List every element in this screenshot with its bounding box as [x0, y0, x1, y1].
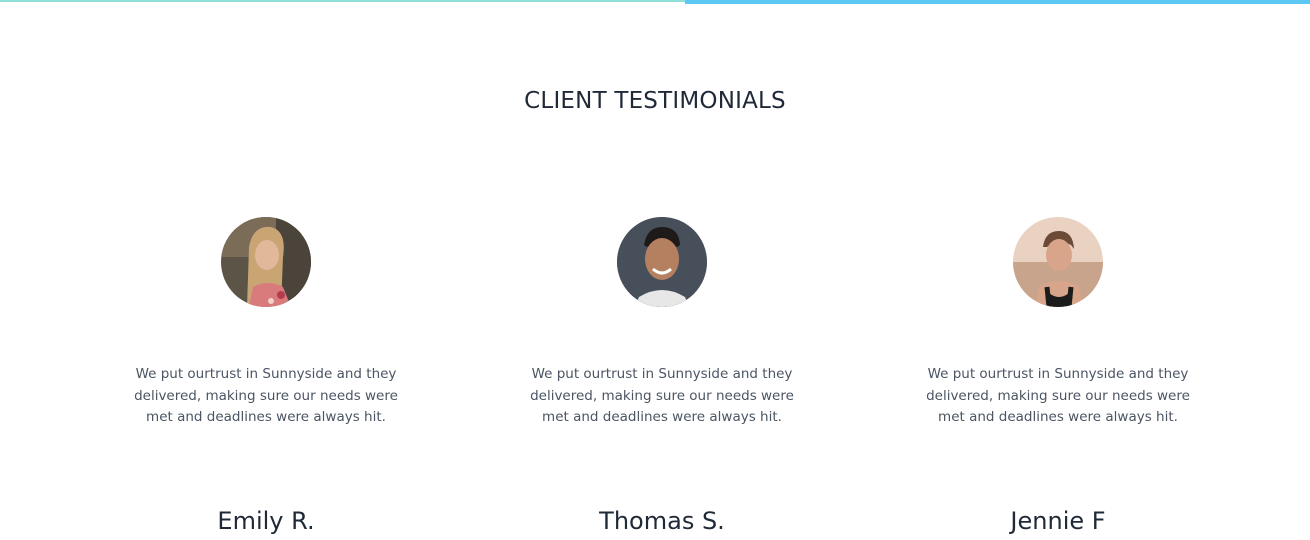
testimonial-card-emily: We put ourtrust in Sunnyside and they de…: [116, 217, 416, 535]
testimonial-name: Emily R.: [217, 507, 315, 535]
testimonial-card-jennie: We put ourtrust in Sunnyside and they de…: [908, 217, 1208, 535]
top-accent-bar: [0, 0, 1310, 4]
testimonial-quote: We put ourtrust in Sunnyside and they de…: [926, 366, 1190, 425]
testimonial-name: Jennie F: [1010, 507, 1106, 535]
testimonial-quote: We put ourtrust in Sunnyside and they de…: [134, 366, 398, 425]
section-title: CLIENT TESTIMONIALS: [524, 88, 786, 114]
top-accent-bar-left: [0, 0, 685, 2]
avatar-emily: [221, 217, 311, 307]
man-portrait-photo-icon: [617, 217, 707, 307]
woman-portrait-photo-icon: [221, 217, 311, 307]
top-accent-bar-right: [685, 0, 1310, 4]
avatar-jennie: [1013, 217, 1103, 307]
testimonial-name: Thomas S.: [599, 507, 725, 535]
testimonial-card-thomas: We put ourtrust in Sunnyside and they de…: [512, 217, 812, 535]
woman-portrait-photo-icon: [1013, 217, 1103, 307]
testimonial-quote: We put ourtrust in Sunnyside and they de…: [530, 366, 794, 425]
avatar-thomas: [617, 217, 707, 307]
